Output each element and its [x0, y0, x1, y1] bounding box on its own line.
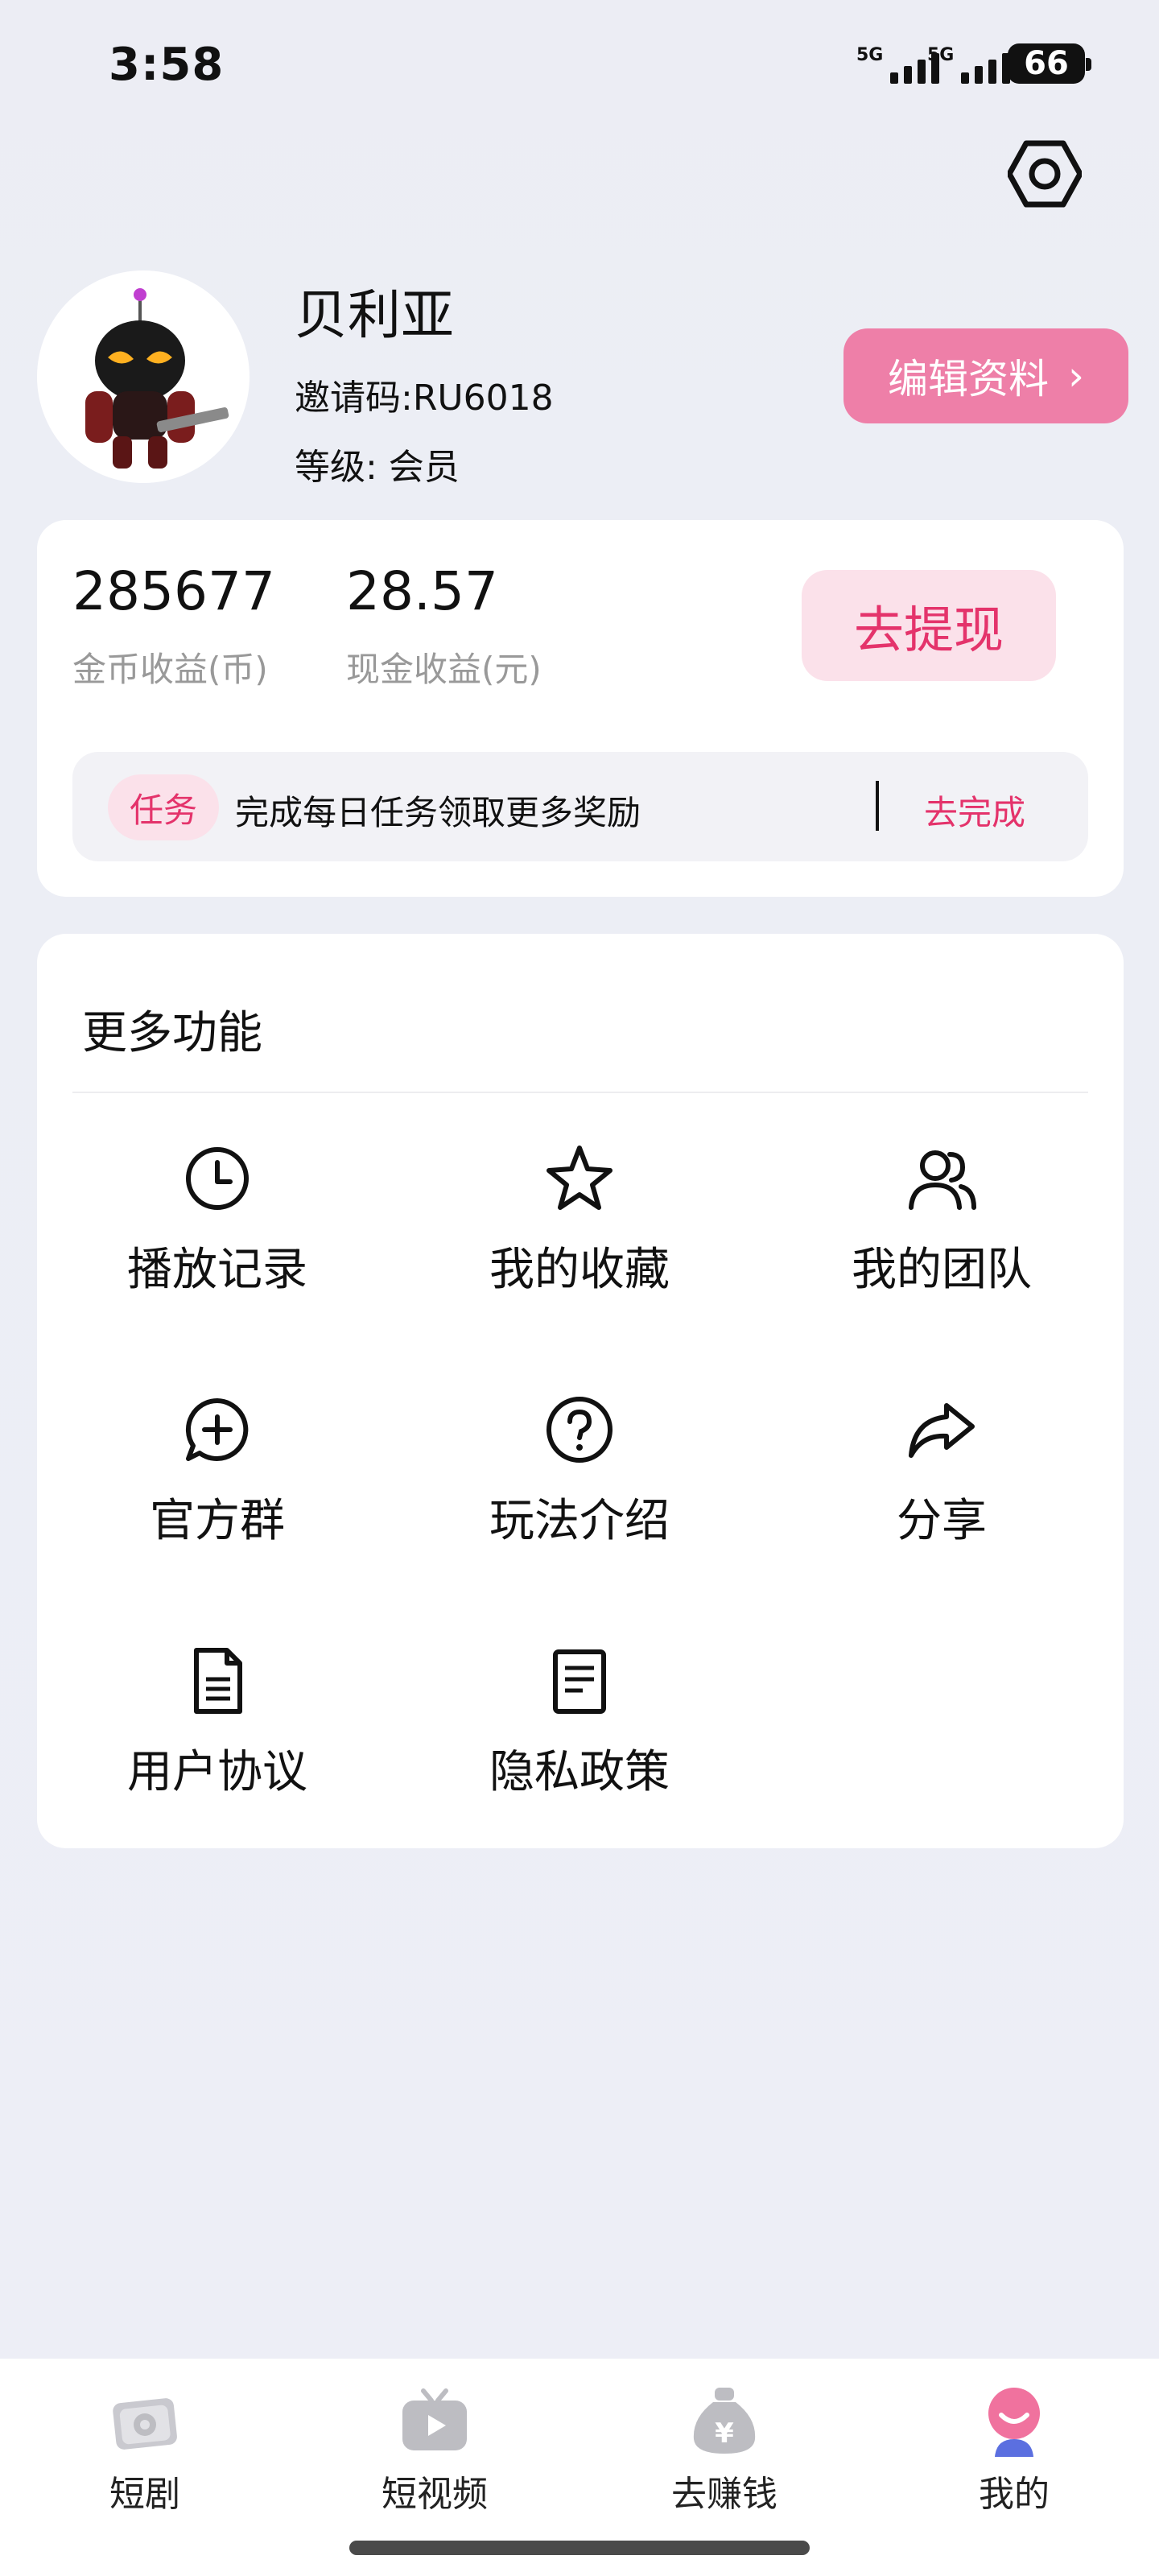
- nav-label: 去赚钱: [671, 2474, 777, 2515]
- battery-tip: [1086, 58, 1091, 71]
- note-icon: [553, 1649, 606, 1714]
- signal-icon: 5G: [927, 45, 1011, 84]
- task-badge: 任务: [108, 774, 219, 840]
- battery-icon: 66: [1008, 43, 1085, 84]
- document-icon: [194, 1648, 242, 1714]
- cash-earnings-label: 现金收益(元): [346, 650, 542, 689]
- nav-label: 短视频: [382, 2474, 488, 2515]
- network-type-label: 5G: [856, 45, 884, 65]
- profile-icon: [988, 2388, 1040, 2457]
- feature-label: 分享: [897, 1495, 987, 1547]
- money-bag-icon: ¥: [693, 2388, 756, 2454]
- coin-earnings-value: 285677: [72, 560, 275, 622]
- withdraw-button[interactable]: 去提现: [802, 570, 1056, 681]
- feature-label: 我的团队: [852, 1244, 1032, 1296]
- feature-my-team[interactable]: 我的团队: [805, 1140, 1079, 1298]
- battery-level: 66: [1024, 45, 1069, 82]
- avatar-robot-image: [85, 288, 229, 469]
- feature-label: 官方群: [150, 1495, 285, 1547]
- section-title: 更多功能: [82, 1007, 262, 1059]
- edit-profile-label: 编辑资料: [888, 356, 1049, 402]
- feature-official-group[interactable]: 官方群: [80, 1391, 354, 1550]
- question-icon: [547, 1397, 612, 1463]
- share-icon: [909, 1403, 975, 1458]
- feature-label: 玩法介绍: [489, 1495, 670, 1547]
- home-indicator[interactable]: [349, 2541, 810, 2555]
- nav-item-mine[interactable]: 我的: [926, 2383, 1103, 2516]
- star-icon: [547, 1146, 612, 1210]
- nav-item-earn-money[interactable]: ¥ 去赚钱: [636, 2383, 813, 2516]
- users-icon: [909, 1150, 976, 1210]
- drama-icon: [113, 2398, 177, 2450]
- coin-earnings-label: 金币收益(币): [72, 650, 268, 689]
- member-level: 等级: 会员: [295, 447, 460, 488]
- edit-profile-button[interactable]: 编辑资料 ›: [843, 328, 1128, 423]
- feature-label: 播放记录: [127, 1244, 307, 1296]
- feature-label: 隐私政策: [489, 1746, 670, 1798]
- clock-icon: [186, 1147, 249, 1210]
- chat-plus-icon: [185, 1397, 249, 1461]
- chevron-right-icon: ›: [1068, 353, 1084, 399]
- avatar[interactable]: [37, 270, 250, 483]
- divider: [876, 781, 879, 831]
- feature-privacy-policy[interactable]: 隐私政策: [443, 1642, 716, 1801]
- invite-code: 邀请码:RU6018: [295, 378, 554, 419]
- nav-label: 我的: [979, 2474, 1050, 2515]
- complete-task-link[interactable]: 去完成: [924, 786, 1025, 835]
- feature-how-to-play[interactable]: 玩法介绍: [443, 1391, 716, 1550]
- cash-earnings-value: 28.57: [346, 560, 498, 622]
- network-type-label: 5G: [927, 45, 955, 65]
- feature-label: 我的收藏: [489, 1244, 670, 1296]
- feature-share[interactable]: 分享: [805, 1391, 1079, 1550]
- feature-favorites[interactable]: 我的收藏: [443, 1140, 716, 1298]
- feature-play-history[interactable]: 播放记录: [80, 1140, 354, 1298]
- svg-text:¥: ¥: [715, 2417, 734, 2450]
- nav-item-drama[interactable]: 短剧: [56, 2383, 233, 2516]
- divider: [72, 1092, 1088, 1093]
- tv-icon: [402, 2388, 467, 2450]
- nav-label: 短剧: [109, 2474, 180, 2515]
- nav-item-short-video[interactable]: 短视频: [346, 2383, 523, 2516]
- feature-label: 用户协议: [127, 1746, 307, 1798]
- feature-user-agreement[interactable]: 用户协议: [80, 1642, 354, 1801]
- settings-icon[interactable]: [1008, 137, 1082, 211]
- user-name: 贝利亚: [295, 284, 454, 346]
- status-time: 3:58: [109, 39, 225, 91]
- task-description: 完成每日任务领取更多奖励: [235, 793, 641, 832]
